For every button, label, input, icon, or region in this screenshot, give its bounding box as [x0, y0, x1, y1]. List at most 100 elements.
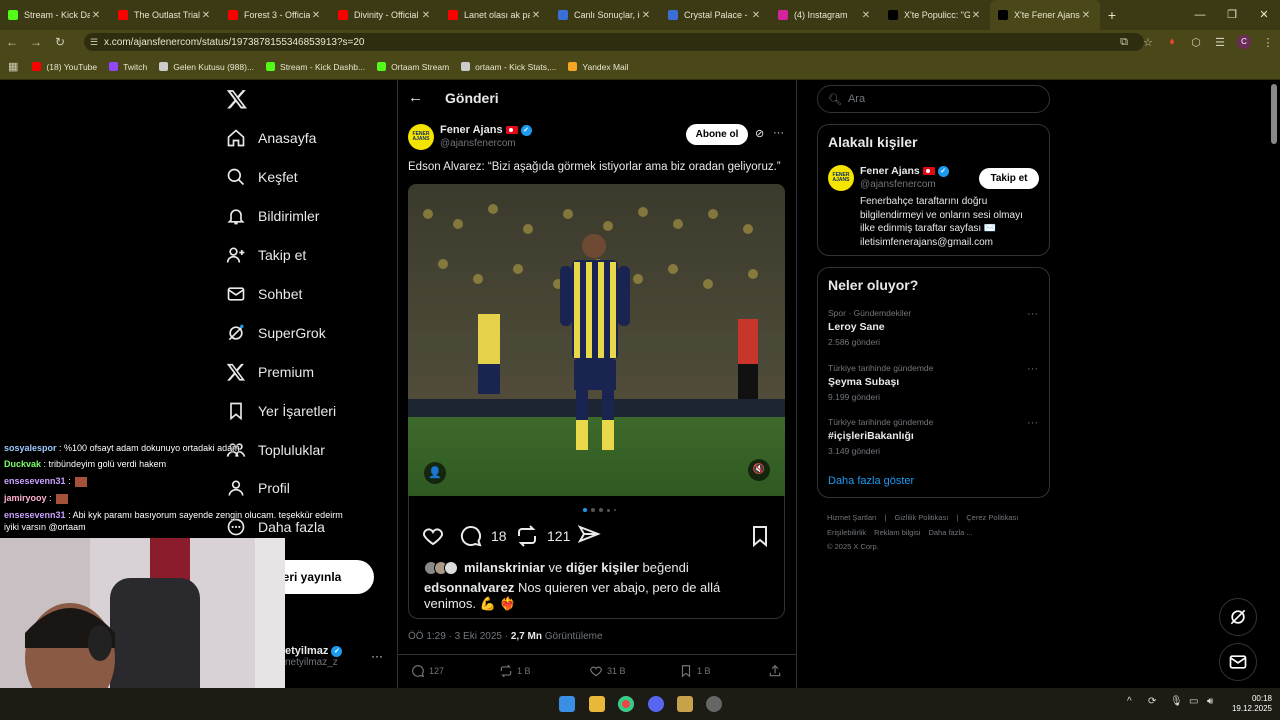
sidebar-item-4[interactable]: Sohbet — [226, 282, 302, 306]
like-button[interactable] — [421, 524, 453, 548]
tray-chevron-icon[interactable]: ^ — [1127, 696, 1132, 707]
profile-icon[interactable]: C — [1232, 35, 1256, 49]
account-switcher[interactable]: etyilmaz ✓ netyilmaz_z ··· — [285, 645, 385, 671]
bookmark-item[interactable]: Ortaam Stream — [377, 62, 449, 72]
extension-red-icon[interactable]: ♦ — [1160, 36, 1184, 48]
browser-tab[interactable]: X'te Populicc: "Gu ✕ — [880, 0, 990, 30]
star-icon[interactable]: ☆ — [1136, 36, 1160, 49]
author-info[interactable]: Fener Ajans ✓ @ajansfenercom — [440, 124, 532, 149]
tab-close-icon[interactable]: ✕ — [970, 10, 982, 21]
tab-close-icon[interactable]: ✕ — [310, 10, 322, 21]
start-icon[interactable] — [559, 696, 575, 712]
restore-button[interactable]: ❐ — [1216, 0, 1248, 30]
person-info[interactable]: Fener Ajans ✓ @ajansfenercom — [860, 165, 949, 190]
likes-stat[interactable]: 31 B — [589, 664, 626, 678]
reply-button[interactable]: 18 — [459, 524, 507, 548]
repost-button[interactable]: 121 — [515, 524, 570, 548]
reposts-stat[interactable]: 1 B — [499, 664, 531, 678]
show-more-link[interactable]: Daha fazla göster — [828, 475, 914, 487]
tab-close-icon[interactable]: ✕ — [750, 10, 762, 21]
trend-more-icon[interactable]: ··· — [1027, 417, 1038, 429]
tab-close-icon[interactable]: ✕ — [420, 10, 432, 21]
trend-item[interactable]: Spor · Gündemdekiler Leroy Sane 2.586 gönd… — [828, 308, 1038, 347]
subscribe-button[interactable]: Abone ol — [686, 124, 748, 145]
trend-item[interactable]: Türkiye tarihinde gündemde #içişleriBakan… — [828, 417, 1038, 456]
sidebar-item-5[interactable]: SuperGrok — [226, 321, 326, 345]
sidebar-item-2[interactable]: Bildirimler — [226, 204, 319, 228]
messages-fab[interactable] — [1219, 643, 1257, 681]
sidebar-item-6[interactable]: Premium — [226, 360, 314, 384]
search-input[interactable]: 🔍︎ Ara — [817, 85, 1050, 113]
mic-icon[interactable]: 🎙︎ — [1170, 696, 1183, 707]
tray-sync-icon[interactable]: ⟳ — [1148, 696, 1156, 707]
file-explorer-icon[interactable] — [589, 696, 605, 712]
footer-link[interactable]: Erişilebilirlik — [827, 528, 866, 537]
browser-tab[interactable]: The Outlast Trials ✕ — [110, 0, 220, 30]
sidebar-item-1[interactable]: Keşfet — [226, 165, 298, 189]
browser-tab[interactable]: Canlı Sonuçlar, id ✕ — [550, 0, 660, 30]
post-media-image[interactable]: 👤 🔇 — [408, 184, 785, 496]
menu-dots-icon[interactable]: ⋮ — [1256, 36, 1280, 49]
url-field[interactable]: ☰ x.com/ajansfenercom/status/19738781553… — [84, 33, 1144, 51]
app-icon[interactable] — [677, 696, 693, 712]
bookmarks-stat[interactable]: 1 B — [679, 664, 711, 678]
reload-icon[interactable]: ↻ — [48, 35, 72, 49]
volume-icon[interactable]: 🔊︎ — [1207, 696, 1213, 707]
bookmark-item[interactable]: Twitch — [109, 62, 147, 72]
discord-icon[interactable] — [648, 696, 664, 712]
footer-link[interactable]: Gizlilik Politikası — [895, 513, 949, 522]
browser-tab[interactable]: Crystal Palace - K ✕ — [660, 0, 770, 30]
browser-tab[interactable]: (4) Instagram ✕ — [770, 0, 880, 30]
follow-button[interactable]: Takip et — [979, 168, 1039, 189]
forward-icon[interactable]: → — [24, 35, 48, 49]
liked-by-row[interactable]: milanskriniar ve diğer kişiler beğendi — [424, 560, 689, 575]
person-avatar[interactable]: FENER AJANS — [828, 165, 854, 191]
bookmark-item[interactable]: Stream - Kick Dashb... — [266, 62, 365, 72]
clock[interactable]: 00:18 19.12.2025 — [1232, 694, 1272, 714]
tab-close-icon[interactable]: ✕ — [90, 10, 102, 21]
footer-link[interactable]: Daha fazla ... — [928, 528, 972, 537]
apps-grid-icon[interactable]: ▦ — [8, 60, 18, 73]
extensions-icon[interactable]: ⬡ — [1184, 36, 1208, 49]
page-scrollbar[interactable] — [1271, 84, 1277, 144]
tab-close-icon[interactable]: ✕ — [860, 10, 872, 21]
back-arrow-icon[interactable]: ← — [408, 89, 423, 106]
footer-link[interactable]: Hizmet Şartları — [827, 513, 877, 522]
footer-link[interactable]: Reklam bilgisi — [874, 528, 920, 537]
browser-tab[interactable]: X'te Fener Ajans ✕ — [990, 0, 1100, 30]
monitor-icon[interactable]: ▭ — [1189, 696, 1198, 707]
save-button[interactable] — [748, 524, 780, 548]
obs-icon[interactable] — [706, 696, 722, 712]
chrome-icon[interactable] — [618, 696, 634, 712]
post-more-icon[interactable]: ··· — [773, 127, 784, 139]
account-more-icon[interactable]: ··· — [371, 649, 383, 663]
back-icon[interactable]: ← — [0, 35, 24, 49]
tab-close-icon[interactable]: ✕ — [640, 10, 652, 21]
liker-name[interactable]: milanskriniar — [464, 560, 545, 575]
x-logo-icon[interactable] — [226, 88, 248, 110]
new-tab-button[interactable]: + — [1100, 7, 1124, 23]
sidebar-item-0[interactable]: Anasayfa — [226, 126, 316, 150]
tab-close-icon[interactable]: ✕ — [1080, 10, 1092, 21]
other-likers-link[interactable]: diğer kişiler — [566, 560, 639, 575]
trend-more-icon[interactable]: ··· — [1027, 363, 1038, 375]
footer-link[interactable]: Çerez Politikası — [966, 513, 1018, 522]
author-avatar[interactable]: FENER AJANS — [408, 124, 434, 150]
bookmark-item[interactable]: (18) YouTube — [32, 62, 97, 72]
minimize-button[interactable]: — — [1184, 0, 1216, 30]
caption-user[interactable]: edsonnalvarez — [424, 580, 514, 595]
share-button[interactable] — [577, 524, 609, 548]
post-time[interactable]: ÖÖ 1:29 · 3 Eki 2025 · — [408, 631, 511, 642]
replies-stat[interactable]: 127 — [411, 664, 444, 678]
grok-fab[interactable] — [1219, 598, 1257, 636]
tag-person-icon[interactable]: 👤 — [424, 462, 446, 484]
browser-tab[interactable]: Lanet olası ak par ✕ — [440, 0, 550, 30]
bookmark-item[interactable]: Yandex Mail — [568, 62, 629, 72]
install-icon[interactable]: ⧉ — [1112, 36, 1136, 49]
mute-icon[interactable]: 🔇 — [748, 459, 770, 481]
grok-icon[interactable]: ⊘ — [755, 127, 764, 140]
trend-more-icon[interactable]: ··· — [1027, 308, 1038, 320]
browser-tab[interactable]: Forest 3 - Official ✕ — [220, 0, 330, 30]
site-info-icon[interactable]: ☰ — [90, 37, 98, 48]
browser-tab[interactable]: Divinity - Official ✕ — [330, 0, 440, 30]
